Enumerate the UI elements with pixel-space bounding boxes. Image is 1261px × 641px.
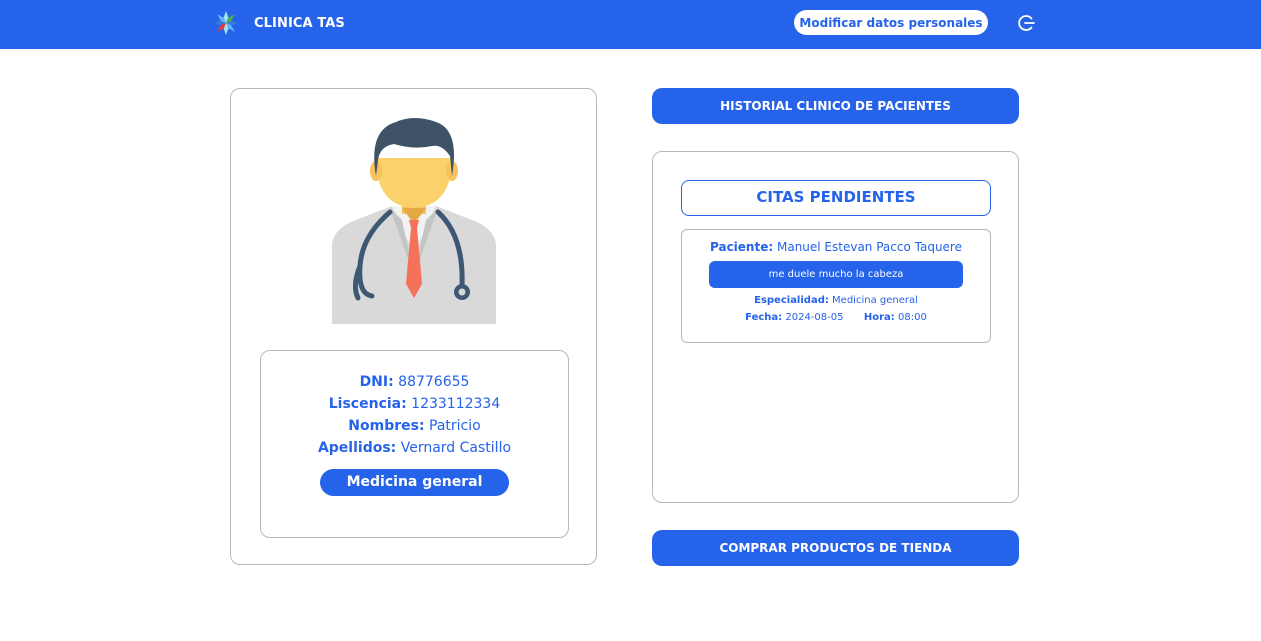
dni-line: DNI: 88776655 — [261, 371, 568, 393]
surnames-line: Apellidos: Vernard Castillo — [261, 437, 568, 459]
pending-appointments-card: CITAS PENDIENTES Paciente: Manuel Esteva… — [652, 151, 1019, 503]
dni-label: DNI: — [359, 374, 394, 390]
patient-label: Paciente: — [710, 240, 774, 254]
surnames-value: Vernard Castillo — [400, 440, 512, 456]
brand[interactable]: CLINICA TAS — [212, 8, 345, 38]
license-value: 1233112334 — [411, 396, 501, 412]
names-label: Nombres: — [348, 418, 425, 434]
date-value: 2024-08-05 — [785, 312, 844, 323]
time-value: 08:00 — [897, 312, 927, 323]
specialty-label: Especialidad: — [754, 295, 829, 306]
brand-name: CLINICA TAS — [254, 15, 345, 31]
patient-value: Manuel Estevan Pacco Taquere — [776, 240, 962, 254]
appointment-datetime: Fecha: 2024-08-05 Hora: 08:00 — [682, 312, 990, 323]
modify-personal-data-button[interactable]: Modificar datos personales — [794, 10, 988, 35]
clinic-logo-icon — [214, 11, 238, 35]
specialty-value: Medicina general — [832, 295, 918, 306]
patient-history-button[interactable]: HISTORIAL CLINICO DE PACIENTES — [652, 88, 1019, 124]
date-label: Fecha: — [745, 312, 783, 323]
appointment-specialty: Especialidad: Medicina general — [682, 295, 990, 306]
license-line: Liscencia: 1233112334 — [261, 393, 568, 415]
doctor-info-box: DNI: 88776655 Liscencia: 1233112334 Nomb… — [260, 350, 569, 538]
logout-icon — [1018, 15, 1035, 31]
doctor-avatar-icon — [332, 118, 496, 324]
pending-appointments-title: CITAS PENDIENTES — [681, 180, 991, 216]
doctor-profile-card: DNI: 88776655 Liscencia: 1233112334 Nomb… — [230, 88, 597, 565]
surnames-label: Apellidos: — [317, 440, 397, 456]
names-value: Patricio — [429, 418, 481, 434]
specialty-badge: Medicina general — [320, 469, 509, 496]
names-line: Nombres: Patricio — [261, 415, 568, 437]
time-label: Hora: — [863, 312, 895, 323]
dni-value: 88776655 — [398, 374, 470, 390]
logout-button[interactable] — [1015, 12, 1037, 34]
top-navbar: CLINICA TAS Modificar datos personales — [0, 0, 1261, 49]
license-label: Liscencia: — [328, 396, 407, 412]
buy-store-products-button[interactable]: COMPRAR PRODUCTOS DE TIENDA — [652, 530, 1019, 566]
appointment-patient: Paciente: Manuel Estevan Pacco Taquere — [682, 240, 990, 254]
appointment-reason: me duele mucho la cabeza — [709, 261, 963, 288]
appointment-item[interactable]: Paciente: Manuel Estevan Pacco Taquere m… — [681, 229, 991, 343]
